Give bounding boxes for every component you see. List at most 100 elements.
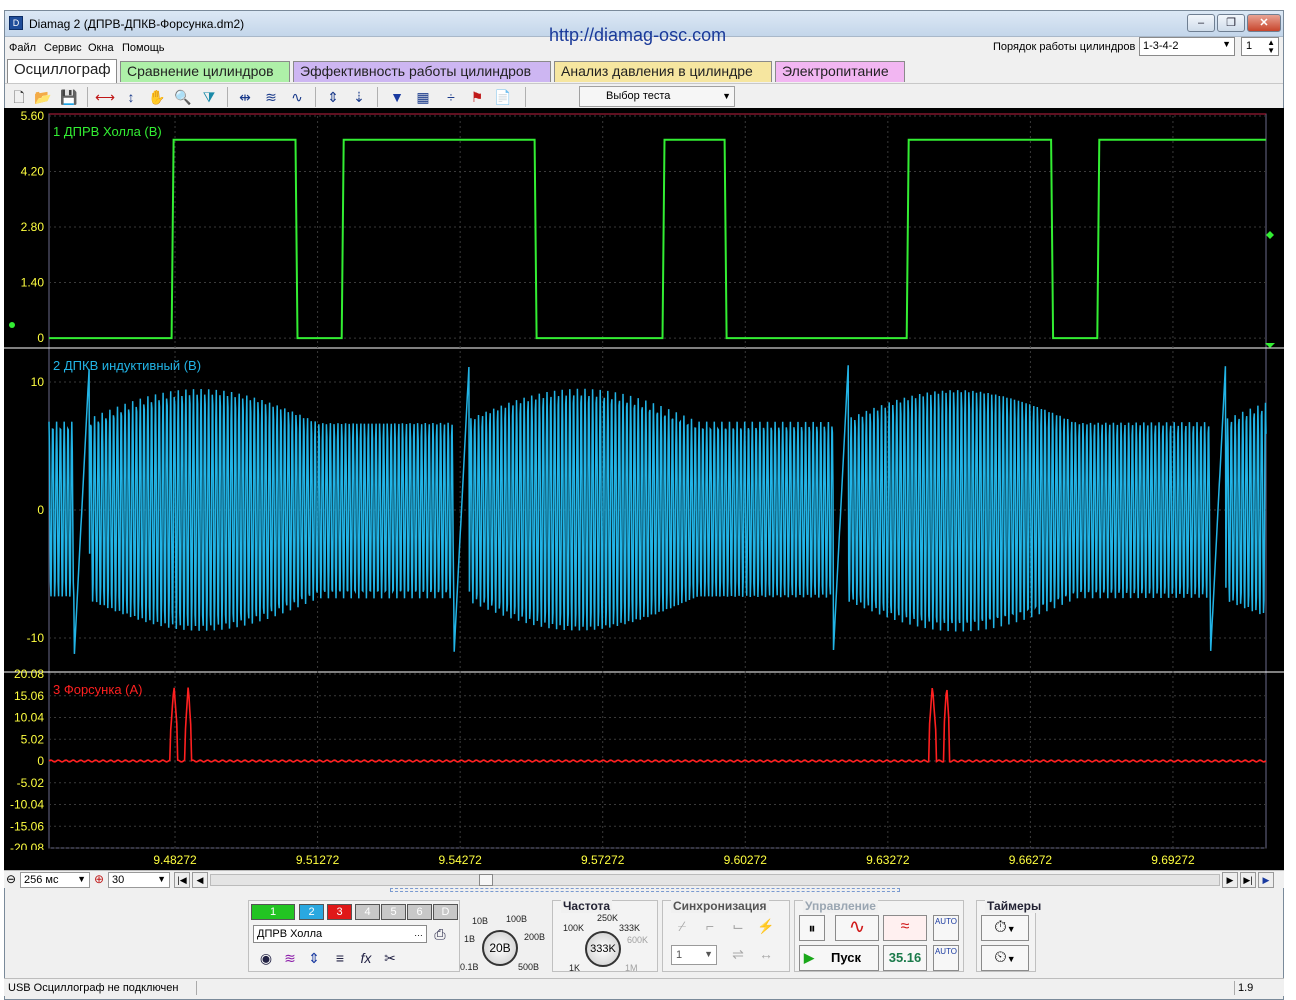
status-divider bbox=[1234, 981, 1235, 995]
restore-button[interactable]: ❐ bbox=[1217, 14, 1245, 32]
timer-1-button[interactable]: ⏱▼ bbox=[981, 915, 1029, 941]
zoom-icon[interactable]: 🔍 bbox=[173, 87, 193, 107]
sine-wave-icon[interactable]: ∿ bbox=[835, 915, 879, 941]
scroll-right-icon[interactable]: ▶ bbox=[1222, 872, 1238, 888]
sync-channel-select[interactable]: 1 ▼ bbox=[671, 945, 717, 965]
falling-edge-icon[interactable]: ⌙ bbox=[727, 915, 749, 937]
notes-icon[interactable]: 📄 bbox=[493, 87, 513, 107]
channel-label: 1 ДПРВ Холла (В) bbox=[53, 124, 162, 139]
frequency-label: 600K bbox=[627, 935, 649, 945]
test-select-dropdown[interactable]: Выбор теста ▼ bbox=[579, 86, 735, 107]
channel-2-trace bbox=[48, 365, 1267, 654]
flag-marker-icon[interactable]: ⚑ bbox=[467, 87, 487, 107]
y-tick-label: 0 bbox=[37, 331, 44, 345]
play-icon: ▶ bbox=[804, 950, 814, 965]
channel-1-button[interactable]: 1 bbox=[251, 904, 295, 920]
close-button[interactable]: ✕ bbox=[1247, 14, 1281, 32]
scroll-start-icon[interactable]: |◀ bbox=[174, 872, 190, 888]
filter-icon[interactable]: ⧩ bbox=[199, 87, 219, 107]
oscilloscope-plot[interactable]: 5.60 4.20 2.80 1.40 0 1 ДПРВ Холла (В) 10 0 -10 2… bbox=[4, 108, 1284, 850]
marker-filter-icon[interactable]: ▼ bbox=[387, 87, 407, 107]
channel-3-button[interactable]: 3 bbox=[327, 904, 352, 920]
timebase-bar: ⊖ 256 мс ▼ ⊕ 30 ▼ |◀ ◀ ▶ ▶| ▶ bbox=[4, 870, 1284, 888]
rising-edge-icon[interactable]: ⌿ bbox=[671, 915, 693, 937]
version-label: 1.9 bbox=[1238, 982, 1254, 994]
zero-offset-icon[interactable]: ⇣ bbox=[349, 87, 369, 107]
tools-icon[interactable]: ✂ bbox=[379, 947, 401, 969]
tab-oscilloscope[interactable]: Осциллограф bbox=[7, 59, 117, 83]
volts-knob[interactable]: 20В bbox=[482, 930, 518, 966]
frequency-knob[interactable]: 333K bbox=[585, 931, 621, 967]
channel-4-button[interactable]: 4 bbox=[355, 904, 380, 920]
digital-channel-button[interactable]: D bbox=[433, 904, 458, 920]
more-icon: … bbox=[414, 928, 423, 938]
cylinder-order-value: 1-3-4-2 bbox=[1143, 40, 1179, 52]
vertical-cursor-icon[interactable]: ↕ bbox=[121, 87, 141, 107]
save-icon[interactable]: 💾 bbox=[59, 87, 79, 107]
open-folder-icon[interactable]: 📂 bbox=[33, 87, 53, 107]
channel-2-button[interactable]: 2 bbox=[299, 904, 324, 920]
split-icon[interactable]: ÷ bbox=[441, 87, 461, 107]
timer-2-button[interactable]: ⏲▼ bbox=[981, 945, 1029, 971]
math-function-icon[interactable]: fx bbox=[355, 947, 377, 969]
hand-pan-icon[interactable]: ✋ bbox=[147, 87, 167, 107]
cylinder-order-select[interactable]: 1-3-4-2 ▼ bbox=[1139, 37, 1235, 56]
auto-scale-icon[interactable]: ⇕ bbox=[323, 87, 343, 107]
level-marker-icon bbox=[1266, 231, 1274, 239]
tab-cylinder-pressure[interactable]: Анализ давления в цилиндре bbox=[554, 61, 772, 82]
channel-5-button[interactable]: 5 bbox=[381, 904, 406, 920]
clock-icon: ⏲ bbox=[994, 949, 1007, 966]
channel-name-field[interactable]: ДПРВ Холла … bbox=[253, 925, 427, 943]
status-bar: USB Осциллограф не подключен 1.9 bbox=[4, 978, 1284, 996]
x-tick-label: 9.54272 bbox=[438, 853, 482, 867]
filter-wave-icon[interactable]: ≋ bbox=[279, 947, 301, 969]
tab-cylinder-efficiency[interactable]: Эффективность работы цилиндров bbox=[293, 61, 551, 82]
level-lines-icon[interactable]: ≡ bbox=[329, 947, 351, 969]
y-tick-label: -10 bbox=[27, 631, 45, 645]
menu-service[interactable]: Сервис bbox=[44, 42, 82, 54]
minimize-button[interactable]: – bbox=[1187, 14, 1215, 32]
start-button[interactable]: ▶ Пуск bbox=[799, 945, 879, 971]
cylinder-number-value: 1 bbox=[1246, 40, 1253, 52]
sync-off-icon[interactable]: ⚡ bbox=[755, 915, 777, 937]
probe-settings-icon[interactable]: ⎙ bbox=[429, 923, 451, 945]
tab-power-supply[interactable]: Электропитание bbox=[775, 61, 905, 82]
zoom-out-icon[interactable]: ⊖ bbox=[6, 872, 16, 886]
signal-overlay-icon[interactable]: ∿ bbox=[287, 87, 307, 107]
timebase-select[interactable]: 256 мс ▼ bbox=[20, 872, 90, 888]
cursor-measure-icon[interactable]: ⟷ bbox=[95, 87, 115, 107]
horizontal-scrollbar[interactable] bbox=[210, 874, 1220, 886]
signal-compress-icon[interactable]: ⇹ bbox=[235, 87, 255, 107]
scroll-left-icon[interactable]: ◀ bbox=[192, 872, 208, 888]
menu-help[interactable]: Помощь bbox=[122, 42, 165, 54]
menu-file[interactable]: Файл bbox=[9, 42, 36, 54]
sync-position-icon[interactable]: ↔ bbox=[755, 943, 777, 965]
scrollbar-thumb[interactable] bbox=[479, 874, 493, 886]
zoom-in-icon[interactable]: ⊕ bbox=[94, 872, 104, 886]
new-file-icon[interactable]: 🗋 bbox=[9, 87, 29, 107]
panel-splitter[interactable] bbox=[390, 888, 900, 892]
tab-cylinder-compare[interactable]: Сравнение цилиндров bbox=[120, 61, 290, 82]
volts-label: 200В bbox=[524, 932, 546, 942]
noise-wave-icon[interactable]: ≈ bbox=[883, 915, 927, 941]
scroll-end-icon[interactable]: ▶| bbox=[1240, 872, 1256, 888]
x-tick-label: 9.48272 bbox=[153, 853, 197, 867]
sync-level-icon[interactable]: ⇌ bbox=[727, 943, 749, 965]
grid-table-icon[interactable]: ▦ bbox=[413, 87, 433, 107]
channel-6-button[interactable]: 6 bbox=[407, 904, 432, 920]
auto-sync-icon[interactable]: AUTO bbox=[933, 945, 959, 971]
y-tick-label: -20.08 bbox=[10, 841, 44, 850]
play-scroll-icon[interactable]: ▶ bbox=[1258, 872, 1274, 888]
oscilloscope-display[interactable]: 5.60 4.20 2.80 1.40 0 1 ДПРВ Холла (В) 10 0 -10 2… bbox=[4, 108, 1284, 850]
menu-windows[interactable]: Окна bbox=[88, 42, 114, 54]
visibility-icon[interactable]: ◉ bbox=[255, 947, 277, 969]
signal-wave-icon[interactable]: ≋ bbox=[261, 87, 281, 107]
pause-icon[interactable]: ⏸ bbox=[799, 915, 825, 941]
vertical-offset-icon[interactable]: ⇕ bbox=[303, 947, 325, 969]
cylinder-number-spinner[interactable]: 1 ▲ ▼ bbox=[1241, 37, 1279, 56]
rising-edge-sync-icon[interactable]: ⌐ bbox=[699, 915, 721, 937]
channel-3-trace bbox=[48, 687, 1267, 763]
zoom-select[interactable]: 30 ▼ bbox=[108, 872, 170, 888]
auto-icon[interactable]: AUTO bbox=[933, 915, 959, 941]
y-tick-label: 2.80 bbox=[21, 220, 45, 234]
